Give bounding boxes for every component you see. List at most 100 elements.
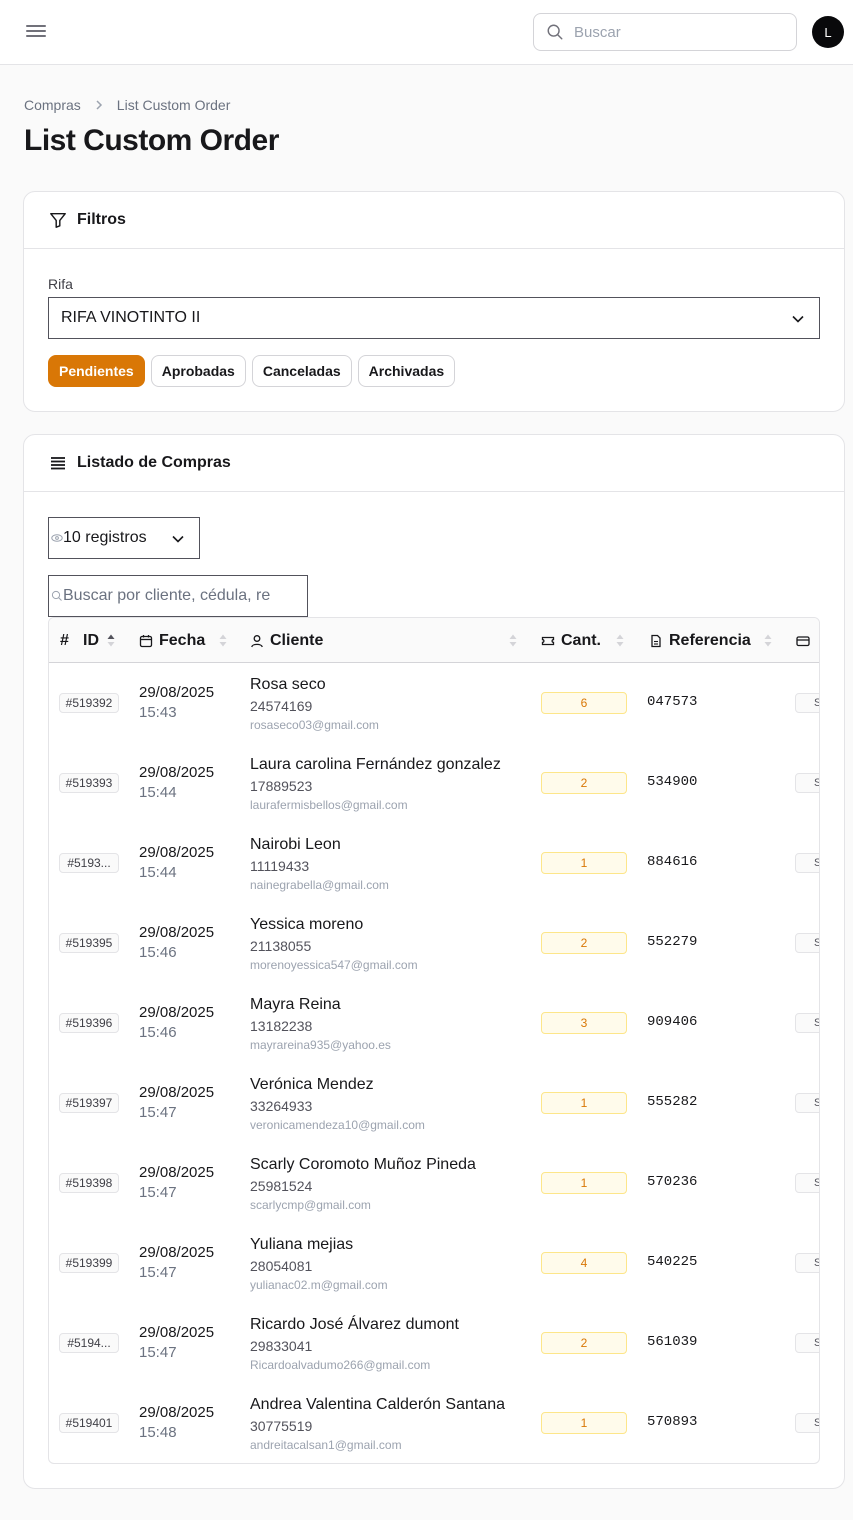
- table-row[interactable]: #519399 29/08/2025 15:47 Yuliana mejias …: [49, 1223, 819, 1303]
- table-row[interactable]: #519401 29/08/2025 15:48 Andrea Valentin…: [49, 1383, 819, 1463]
- payment-chip: S: [795, 933, 819, 953]
- table-row[interactable]: #5193... 29/08/2025 15:44 Nairobi Leon 1…: [49, 823, 819, 903]
- per-page-value: 10 registros: [63, 529, 147, 546]
- filter-icon: [50, 212, 66, 228]
- client-cedula: 21138055: [250, 938, 312, 954]
- reference: 570893: [647, 1414, 698, 1430]
- sort-icon: [219, 634, 227, 647]
- top-bar: L: [0, 0, 853, 65]
- order-id-badge[interactable]: #519401: [59, 1413, 119, 1433]
- menu-icon[interactable]: [24, 22, 48, 42]
- client-name: Laura carolina Fernández gonzalez: [250, 756, 501, 773]
- sort-icon: [616, 634, 624, 647]
- search-icon: [547, 24, 563, 40]
- table-row[interactable]: #519397 29/08/2025 15:47 Verónica Mendez…: [49, 1063, 819, 1143]
- reference: 534900: [647, 774, 698, 790]
- chevron-down-icon: [792, 315, 804, 323]
- order-id-badge[interactable]: #519393: [59, 773, 119, 793]
- client-cedula: 11119433: [250, 858, 310, 874]
- chevron-right-icon: [96, 100, 102, 110]
- order-id-badge[interactable]: #519398: [59, 1173, 119, 1193]
- table-search-input[interactable]: [63, 587, 283, 605]
- client-name: Andrea Valentina Calderón Santana: [250, 1396, 505, 1413]
- order-id-badge[interactable]: #519392: [59, 693, 119, 713]
- tab-pendientes[interactable]: Pendientes: [48, 355, 145, 387]
- breadcrumb-compras[interactable]: Compras: [24, 97, 81, 113]
- table-row[interactable]: #5194... 29/08/2025 15:47 Ricardo José Á…: [49, 1303, 819, 1383]
- rifa-label: Rifa: [48, 276, 73, 292]
- search-icon: [51, 590, 62, 601]
- global-search[interactable]: [533, 13, 797, 51]
- order-time: 15:47: [139, 1104, 177, 1121]
- table-row[interactable]: #519393 29/08/2025 15:44 Laura carolina …: [49, 743, 819, 823]
- col-cant[interactable]: Cant.: [541, 618, 624, 663]
- order-time: 15:47: [139, 1344, 177, 1361]
- client-cedula: 28054081: [250, 1258, 313, 1274]
- order-id-badge[interactable]: #519397: [59, 1093, 119, 1113]
- listing-header: Listado de Compras: [24, 435, 844, 492]
- sort-icon: [764, 634, 772, 647]
- order-time: 15:44: [139, 784, 177, 801]
- col-cliente[interactable]: Cliente: [250, 618, 520, 663]
- client-name: Scarly Coromoto Muñoz Pineda: [250, 1156, 476, 1173]
- client-cedula: 13182238: [250, 1018, 313, 1034]
- table-row[interactable]: #519396 29/08/2025 15:46 Mayra Reina 131…: [49, 983, 819, 1063]
- order-date: 29/08/2025: [139, 764, 215, 781]
- order-id-badge[interactable]: #519395: [59, 933, 119, 953]
- client-email: yulianac02.m@gmail.com: [250, 1278, 388, 1292]
- breadcrumb: Compras List Custom Order: [24, 97, 230, 113]
- ticket-icon: [541, 636, 555, 645]
- eye-icon: [51, 534, 63, 542]
- orders-table: # ID Fecha Cliente Cant. Referencia #519…: [48, 617, 820, 1464]
- client-email: nainegrabella@gmail.com: [250, 878, 389, 892]
- card-icon: [796, 635, 810, 646]
- sort-icon: [509, 634, 517, 647]
- client-email: rosaseco03@gmail.com: [250, 718, 379, 732]
- order-date: 29/08/2025: [139, 1404, 215, 1421]
- rifa-select[interactable]: RIFA VINOTINTO II: [48, 297, 820, 339]
- payment-chip: S: [795, 1413, 819, 1433]
- order-id-badge[interactable]: #519396: [59, 1013, 119, 1033]
- per-page-select[interactable]: 10 registros: [48, 517, 200, 559]
- user-icon: [251, 634, 263, 647]
- table-row[interactable]: #519395 29/08/2025 15:46 Yessica moreno …: [49, 903, 819, 983]
- tab-aprobadas[interactable]: Aprobadas: [150, 355, 246, 387]
- payment-chip: S: [795, 1093, 819, 1113]
- table-row[interactable]: #519392 29/08/2025 15:43 Rosa seco 24574…: [49, 663, 819, 743]
- order-date: 29/08/2025: [139, 1244, 215, 1261]
- filters-header: Filtros: [24, 192, 844, 249]
- reference: 909406: [647, 1014, 698, 1030]
- client-name: Rosa seco: [250, 676, 326, 693]
- col-metodo[interactable]: [796, 618, 810, 663]
- client-email: veronicamendeza10@gmail.com: [250, 1118, 425, 1132]
- table-row[interactable]: #519398 29/08/2025 15:47 Scarly Coromoto…: [49, 1143, 819, 1223]
- avatar[interactable]: L: [812, 16, 844, 48]
- order-id-badge[interactable]: #5194...: [59, 1333, 119, 1353]
- tab-archivadas[interactable]: Archivadas: [357, 355, 456, 387]
- reference: 570236: [647, 1174, 698, 1190]
- reference: 555282: [647, 1094, 698, 1110]
- order-time: 15:48: [139, 1424, 177, 1441]
- client-name: Ricardo José Álvarez dumont: [250, 1316, 459, 1333]
- quantity-badge: 4: [541, 1252, 627, 1274]
- table-search[interactable]: [48, 575, 308, 617]
- order-time: 15:43: [139, 704, 177, 721]
- order-date: 29/08/2025: [139, 1004, 215, 1021]
- client-name: Mayra Reina: [250, 996, 341, 1013]
- search-input[interactable]: [574, 23, 774, 41]
- order-id-badge[interactable]: #519399: [59, 1253, 119, 1273]
- reference: 561039: [647, 1334, 698, 1350]
- col-fecha[interactable]: Fecha: [139, 618, 227, 663]
- col-referencia[interactable]: Referencia: [649, 618, 772, 663]
- order-id-badge[interactable]: #5193...: [59, 853, 119, 873]
- client-name: Yuliana mejias: [250, 1236, 354, 1253]
- client-email: mayrareina935@yahoo.es: [250, 1038, 391, 1052]
- col-hash: #: [60, 631, 69, 649]
- payment-chip: S: [795, 1173, 819, 1193]
- reference: 047573: [647, 694, 698, 710]
- tab-canceladas[interactable]: Canceladas: [251, 355, 352, 387]
- order-time: 15:46: [139, 1024, 177, 1041]
- rifa-select-value: RIFA VINOTINTO II: [61, 309, 201, 326]
- client-email: morenoyessica547@gmail.com: [250, 958, 418, 972]
- col-id[interactable]: ID: [83, 618, 115, 663]
